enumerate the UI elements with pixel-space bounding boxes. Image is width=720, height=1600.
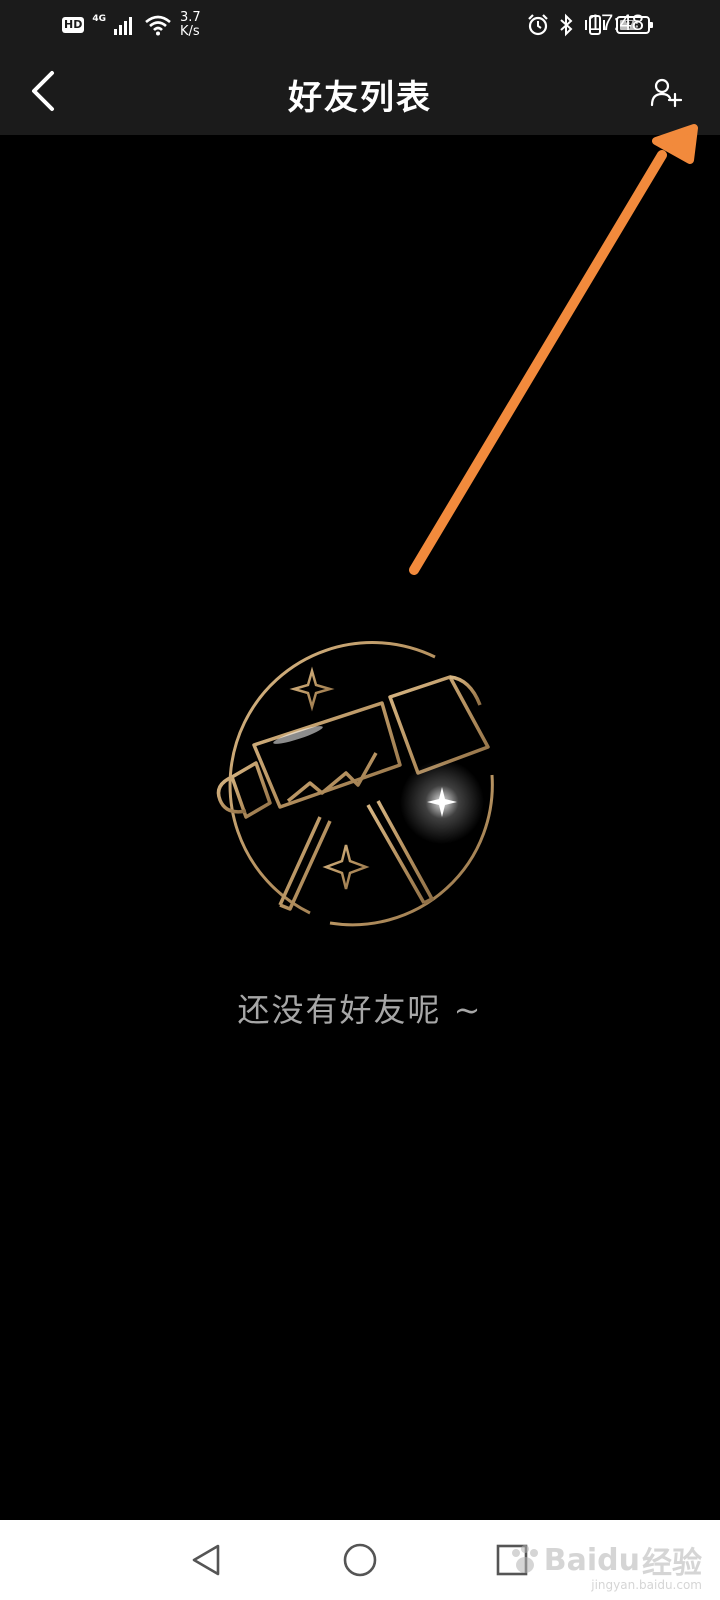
triangle-back-icon	[192, 1544, 220, 1576]
paw-logo-icon	[511, 1545, 538, 1573]
status-left: HD 4G 3.7 K/s	[62, 8, 208, 42]
chevron-left-icon	[32, 71, 54, 111]
circle-home-icon	[343, 1543, 377, 1577]
alarm-icon	[528, 14, 548, 36]
battery-tip	[650, 22, 653, 28]
screen: HD 4G 3.7 K/s 78 17:48 好友列表 还没有好友呢 ~ Bai…	[0, 0, 720, 1600]
add-user-icon	[650, 78, 682, 108]
watermark-brand-cn: 经验	[642, 1546, 702, 1581]
speed-value: 3.7	[180, 10, 201, 25]
signal-icon	[114, 17, 132, 35]
wifi-icon	[145, 15, 171, 36]
back-button[interactable]	[18, 66, 68, 116]
empty-state-message: 还没有好友呢 ~	[237, 991, 483, 1029]
page-title: 好友列表	[288, 78, 432, 118]
system-nav-bar: Baidu 经验 jingyan.baidu.com	[0, 1520, 720, 1600]
header-bar: 好友列表	[0, 50, 720, 135]
speed-unit: K/s	[180, 24, 200, 39]
add-friend-button[interactable]	[644, 70, 688, 114]
status-time: 17:48	[588, 10, 644, 35]
nav-back-button[interactable]	[180, 1534, 232, 1586]
baidu-watermark: Baidu 经验 jingyan.baidu.com	[508, 1528, 702, 1592]
nav-home-button[interactable]	[334, 1534, 386, 1586]
telescope-icon	[216, 641, 494, 927]
network-type: 4G	[92, 14, 106, 24]
network-speed: 3.7 K/s	[180, 11, 208, 39]
watermark-url: jingyan.baidu.com	[591, 1578, 702, 1592]
bluetooth-icon	[560, 13, 573, 37]
hd-badge: HD	[62, 17, 85, 33]
status-bar: HD 4G 3.7 K/s 78 17:48	[0, 0, 720, 50]
watermark-brand: Baidu	[543, 1542, 640, 1578]
